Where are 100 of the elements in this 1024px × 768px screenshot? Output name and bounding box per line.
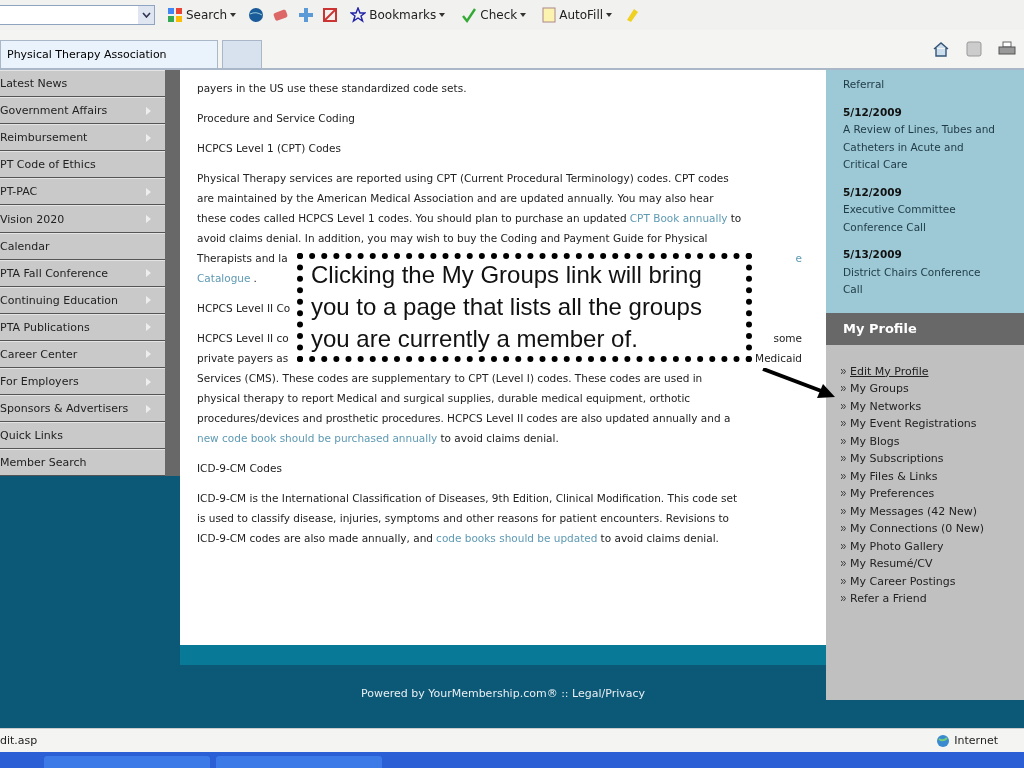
footer-text: Powered by YourMembership.com® :: Legal/Privacy [359,687,647,700]
star-icon [350,7,367,23]
menu-item[interactable]: Government Affairs [0,97,165,125]
profile-link[interactable]: My Networks [850,397,922,415]
body-text: ICD-9-CM is the International Classification of Diseases, 9th Edition, Clinical Modification. This code set [197,492,738,504]
profile-link[interactable]: My Subscriptions [850,450,944,468]
profile-link[interactable]: My Files & Links [850,467,938,485]
profile-link[interactable]: My Messages (42 New) [850,502,977,520]
globe-icon [936,733,951,748]
note-icon [542,7,557,23]
event-title[interactable]: Executive Committee Conference Call [843,201,1003,236]
body-text: Procedure and Service Coding [197,112,355,124]
bullet-icon [841,368,846,374]
colored-squares-icon [167,7,183,23]
body-text: . [253,272,257,284]
profile-link[interactable]: My Blogs [850,432,900,450]
callout-box: Clicking the My Groups link will bring you to a page that lists all the groups you are currently a member of. [297,253,752,362]
body-text: HCPCS Level 1 (CPT) Codes [197,142,341,154]
body-text: procedures/devices and prosthetic procedures. HCPCS Level II codes are also updated annually and a [197,412,731,424]
block-icon[interactable] [322,7,339,23]
body-text: to avoid claims denial. [600,532,719,544]
section-header: My Profile [826,312,1024,345]
autofill-button[interactable]: AutoFill [538,7,617,23]
bullet-icon [841,543,846,549]
status-zone: Internet [936,733,998,748]
menu-item[interactable]: For Employers [0,368,165,396]
highlighter-icon[interactable] [624,7,641,23]
spell-check-button[interactable]: Check [457,7,531,23]
menu-item[interactable]: Quick Links [0,422,165,450]
menu-item[interactable]: Member Search [0,449,165,477]
body-text: ICD-9-CM codes are also made annually, and [197,532,433,544]
checkmark-icon [461,7,478,23]
body-text: physical therapy to report Medical and surgical supplies, durable medical equipment, orthotic [197,392,691,404]
globe-icon[interactable] [248,7,265,23]
body-text: Services (CMS). These codes are supplementary to CPT (Level I) codes. These codes are used in [197,372,703,384]
body-text: to avoid claims denial. [440,432,559,444]
menu-item[interactable]: PT Code of Ethics [0,151,165,179]
profile-link[interactable]: My Event Registrations [850,415,977,433]
bullet-icon [841,578,846,584]
menu-item[interactable]: PTA Fall Conference [0,259,165,287]
search-button[interactable]: Search [163,7,241,23]
bullet-icon [841,456,846,462]
bullet-icon [841,403,846,409]
body-text: avoid claims denial. In addition, you may wish to buy the Coding and Payment Guide for Physical [197,232,708,244]
menu-item[interactable]: PT-PAC [0,178,165,206]
menu-item[interactable]: PTA Publications [0,313,165,341]
body-text: some [773,332,802,344]
plus-icon[interactable] [298,7,315,23]
body-text: Therapists and la [197,252,288,264]
profile-link[interactable]: My Career Postings [850,572,956,590]
menu-item[interactable]: Reimbursement [0,124,165,152]
browser-tab[interactable]: Physical Therapy Association [0,40,218,68]
body-text: Physical Therapy services are reported using CPT (Current Procedural Terminology) codes. CPT codes [197,172,729,184]
profile-link[interactable]: My Resumé/CV [850,555,933,573]
bullet-icon [841,421,846,427]
caret-icon [520,13,527,17]
body-text: to [730,212,742,224]
profile-link[interactable]: My Photo Gallery [850,537,944,555]
caret-icon [230,13,237,17]
menu-item[interactable]: Latest News [0,70,165,98]
menu-item[interactable]: Career Center [0,340,165,369]
menu-item[interactable]: Calendar [0,232,165,260]
body-text: HCPCS Level II co [197,332,289,344]
event-title[interactable]: Referral [843,76,1003,94]
body-text: Medicaid [755,352,802,364]
event-date: 5/12/2009 [843,184,903,200]
home-icon[interactable] [932,41,950,57]
bullet-icon [841,508,846,514]
print-icon[interactable] [998,41,1016,57]
bullet-icon [841,561,846,567]
body-text: payers in the US use these standardized code sets. [197,82,467,94]
body-text: ICD-9-CM Codes [197,462,282,474]
profile-link[interactable]: My Preferences [850,485,935,503]
body-text: these codes called HCPCS Level 1 codes. You should plan to purchase an updated [197,212,627,224]
body-text: is used to classify disease, injuries, symptoms and other reasons for patient encounters. Revisions to [197,512,730,524]
body-text: are maintained by the American Medical Association and are updated annually. You may also hear [197,192,714,204]
event-date: 5/12/2009 [843,104,903,120]
body-text: private payers as [197,352,289,364]
profile-link[interactable]: My Connections (0 New) [850,520,985,538]
profile-link[interactable]: Edit My Profile [850,362,929,380]
event-date: 5/13/2009 [843,247,903,262]
menu-item[interactable]: Continuing Education [0,286,165,314]
profile-link[interactable]: My Groups [850,380,909,398]
menu-item[interactable]: Vision 2020 [0,205,165,233]
bullet-icon [841,526,846,532]
body-text: HCPCS Level II Co [197,302,291,314]
bullet-icon [841,438,846,444]
bullet-icon [841,491,846,497]
profile-link[interactable]: Refer a Friend [850,590,927,608]
caret-icon [606,13,613,17]
bullet-icon [841,596,846,602]
event-title[interactable]: A Review of Lines, Tubes and Catheters in Acute and Critical Care [843,121,1003,174]
bullet-icon [841,386,846,392]
status-url: dit.asp [0,734,38,747]
bookmarks-button[interactable]: Bookmarks [346,7,450,23]
caret-icon [439,13,446,17]
browser-tab[interactable] [222,40,262,68]
event-title[interactable]: District Chairs Conference Call [843,263,1003,299]
bullet-icon [841,473,846,479]
menu-item[interactable]: Sponsors & Advertisers [0,395,165,423]
